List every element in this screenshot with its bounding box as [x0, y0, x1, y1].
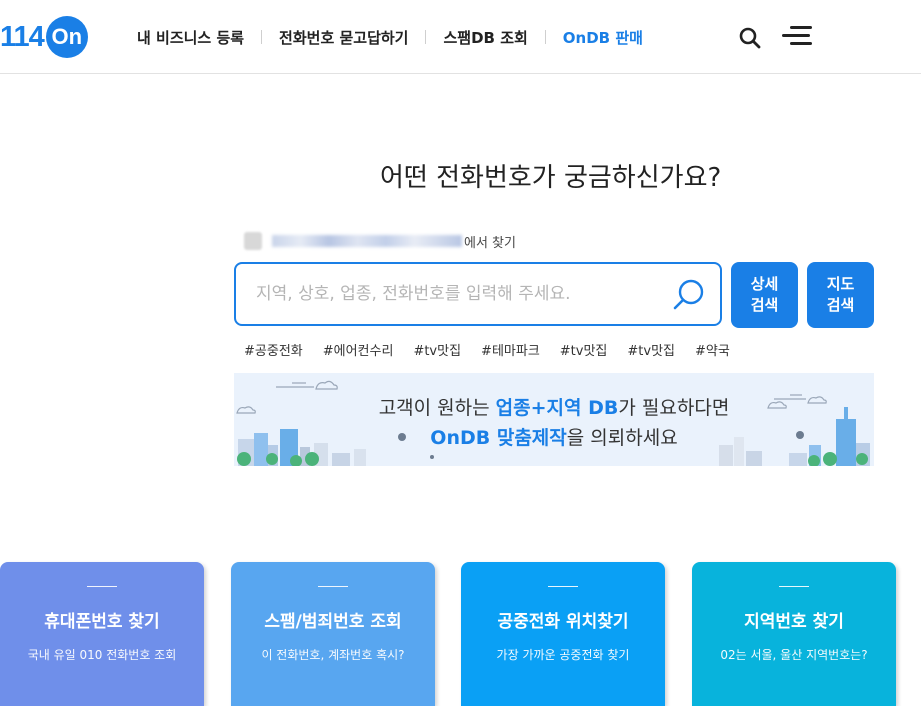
- card-divider: [318, 586, 348, 587]
- banner-highlight: OnDB 맞춤제작: [430, 427, 567, 449]
- map-search-button[interactable]: 지도 검색: [807, 262, 874, 328]
- card-divider: [779, 586, 809, 587]
- main-nav: 내 비즈니스 등록 전화번호 묻고답하기 스팸DB 조회 OnDB 판매: [120, 0, 660, 74]
- popular-tags: #공중전화 #에어컨수리 #tv맛집 #테마파크 #tv맛집 #tv맛집 #약국: [244, 340, 750, 359]
- tag-link[interactable]: #tv맛집: [627, 340, 675, 359]
- page-headline: 어떤 전화번호가 궁금하신가요?: [380, 163, 722, 193]
- banner-highlight: 업종+지역 DB: [495, 397, 619, 419]
- location-row[interactable]: 에서 찾기: [244, 230, 516, 252]
- card-subtitle: 이 전화번호, 계좌번호 혹시?: [261, 648, 405, 662]
- nav-ondb-sales[interactable]: OnDB 판매: [546, 27, 660, 48]
- card-mobile-number[interactable]: 휴대폰번호 찾기 국내 유일 010 전화번호 조회: [0, 562, 204, 706]
- banner-text: 고객이 원하는: [378, 397, 496, 419]
- detail-search-label-1: 상세: [750, 275, 779, 293]
- header-search-icon[interactable]: [738, 26, 762, 50]
- search-submit-icon[interactable]: [672, 278, 706, 312]
- search-box: [234, 262, 722, 326]
- card-public-phone[interactable]: 공중전화 위치찾기 가장 가까운 공중전화 찾기: [461, 562, 665, 706]
- logo-114on[interactable]: 114 On: [0, 16, 88, 58]
- tag-link[interactable]: #tv맛집: [413, 340, 461, 359]
- banner-line-2: OnDB 맞춤제작을 의뢰하세요: [234, 423, 874, 450]
- banner-text: 을 의뢰하세요: [566, 427, 678, 449]
- detail-search-button[interactable]: 상세 검색: [731, 262, 798, 328]
- card-subtitle: 국내 유일 010 전화번호 조회: [27, 648, 177, 662]
- banner-line-1: 고객이 원하는 업종+지역 DB가 필요하다면: [234, 393, 874, 420]
- card-title: 휴대폰번호 찾기: [44, 612, 160, 632]
- search-input[interactable]: [256, 264, 656, 324]
- location-value-blurred: [272, 235, 462, 247]
- detail-search-label-2: 검색: [750, 296, 779, 314]
- logo-number: 114: [0, 20, 45, 53]
- card-area-code[interactable]: 지역번호 찾기 02는 서울, 울산 지역번호는?: [692, 562, 896, 706]
- banner-text: 가 필요하다면: [618, 397, 730, 419]
- location-icon: [244, 232, 262, 250]
- logo-on-badge: On: [45, 16, 88, 58]
- card-divider: [548, 586, 578, 587]
- tag-link[interactable]: #공중전화: [244, 340, 303, 359]
- tag-link[interactable]: #에어컨수리: [323, 340, 394, 359]
- tag-link[interactable]: #약국: [695, 340, 730, 359]
- card-title: 지역번호 찾기: [744, 612, 844, 632]
- tag-link[interactable]: #테마파크: [481, 340, 540, 359]
- card-subtitle: 02는 서울, 울산 지역번호는?: [720, 648, 868, 662]
- card-subtitle: 가장 가까운 공중전화 찾기: [496, 648, 630, 662]
- nav-phone-qna[interactable]: 전화번호 묻고답하기: [262, 27, 425, 48]
- tag-link[interactable]: #tv맛집: [560, 340, 608, 359]
- card-spam-lookup[interactable]: 스팸/범죄번호 조회 이 전화번호, 계좌번호 혹시?: [231, 562, 435, 706]
- card-title: 공중전화 위치찾기: [497, 612, 629, 632]
- map-search-label-1: 지도: [826, 275, 855, 293]
- ondb-custom-banner[interactable]: 고객이 원하는 업종+지역 DB가 필요하다면 OnDB 맞춤제작을 의뢰하세요: [234, 373, 874, 466]
- site-header: 114 On 내 비즈니스 등록 전화번호 묻고답하기 스팸DB 조회 OnDB…: [0, 0, 921, 74]
- hamburger-menu-icon[interactable]: [782, 26, 812, 48]
- card-divider: [87, 586, 117, 587]
- map-search-label-2: 검색: [826, 296, 855, 314]
- nav-business-register[interactable]: 내 비즈니스 등록: [120, 27, 261, 48]
- nav-spam-db[interactable]: 스팸DB 조회: [426, 27, 544, 48]
- card-title: 스팸/범죄번호 조회: [264, 612, 402, 632]
- location-suffix: 에서 찾기: [464, 235, 516, 251]
